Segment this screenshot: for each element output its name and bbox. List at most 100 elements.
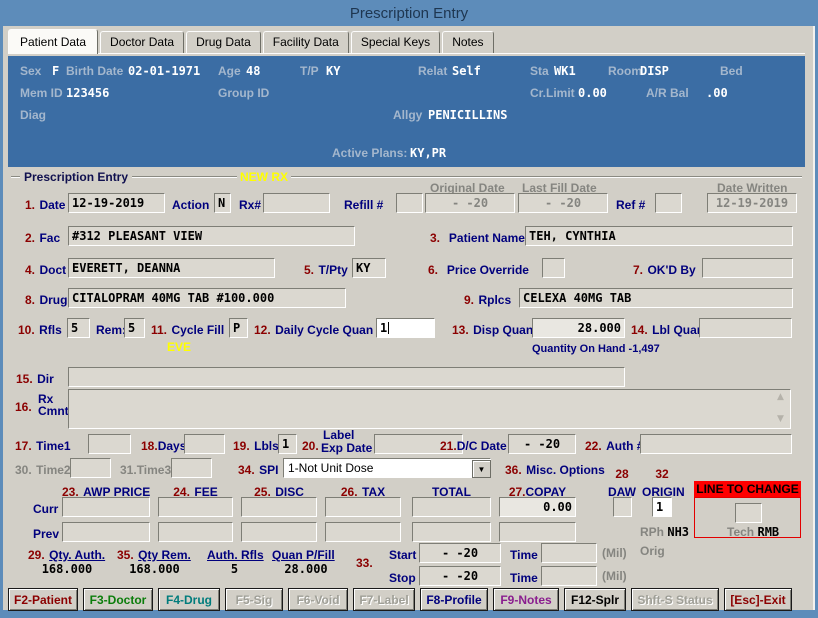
f4-drug-button[interactable]: F4-Drug [158, 588, 220, 611]
refills-label: 10. Rfls [18, 323, 62, 337]
f7-label-button: F7-Label [353, 588, 415, 611]
refills-field[interactable]: 5 [67, 318, 90, 338]
date-field[interactable]: 12-19-2019 [68, 193, 165, 213]
price-override-field[interactable] [542, 258, 565, 278]
directions-field[interactable] [68, 367, 625, 387]
stop-date-field[interactable]: - -20 [419, 566, 501, 586]
misc-options-label: 36. Misc. Options [505, 463, 605, 477]
groupbox-title: Prescription Entry [20, 170, 133, 184]
tab-drug-data[interactable]: Drug Data [186, 31, 261, 53]
mem-id-value: 123456 [66, 86, 110, 100]
sex-label: Sex [20, 64, 42, 78]
age-label: Age [218, 64, 241, 78]
auth-number-label: 22. Auth # [585, 439, 644, 453]
tab-separator [8, 53, 805, 54]
active-plans-label: Active Plans: [332, 146, 408, 160]
daily-cycle-quan-label: 12. Daily Cycle Quan [254, 323, 374, 337]
curr-awp-field[interactable] [62, 497, 150, 517]
diag-label: Diag [20, 108, 47, 122]
tab-special-keys[interactable]: Special Keys [350, 31, 441, 53]
rx-comments-number: 16. [15, 400, 32, 414]
orig-label: Orig [640, 544, 665, 558]
esc-exit-button[interactable]: [Esc]-Exit [724, 588, 792, 611]
allergy-label: Allgy [393, 108, 423, 122]
f8-profile-button[interactable]: F8-Profile [420, 588, 488, 611]
tab-patient-data[interactable]: Patient Data [8, 29, 99, 54]
okd-by-label: 7. OK'D By [633, 263, 696, 277]
facility-field[interactable]: #312 PLEASANT VIEW [68, 226, 355, 246]
date-written-field: 12-19-2019 [707, 193, 797, 213]
qty-rem-value: 168.000 [129, 562, 180, 576]
scroll-up-icon[interactable]: ▲ [777, 392, 784, 402]
scroll-down-icon[interactable]: ▼ [777, 414, 784, 424]
rx-comments-textarea[interactable] [68, 389, 791, 429]
dropdown-arrow-icon[interactable]: ▼ [472, 460, 491, 478]
sex-value: F [52, 64, 60, 78]
stop-time-field[interactable] [541, 566, 597, 586]
room-label: Room [608, 64, 642, 78]
lbl-quan-label: 14. Lbl Quan [631, 323, 705, 337]
okd-by-field[interactable] [702, 258, 793, 278]
daily-cycle-quan-field[interactable]: 1 [376, 318, 435, 338]
quan-pfill-value: 28.000 [284, 562, 328, 576]
doctor-field[interactable]: EVERETT, DEANNA [68, 258, 275, 278]
curr-fee-field[interactable] [158, 497, 233, 517]
f2-patient-button[interactable]: F2-Patient [8, 588, 78, 611]
time2-label: 30. Time2 [15, 463, 71, 477]
line-to-change-field[interactable] [735, 503, 762, 523]
last-fill-date-field: - -20 [518, 193, 608, 213]
rx-number-label: Rx# [239, 198, 262, 212]
days-field[interactable] [184, 434, 225, 454]
time1-label: 17. Time1 [15, 439, 71, 453]
replaces-field[interactable]: CELEXA 40MG TAB [519, 288, 793, 308]
lbl-quan-field[interactable] [699, 318, 792, 338]
remaining-field[interactable]: 5 [124, 318, 145, 338]
tpty-field[interactable]: KY [352, 258, 386, 278]
start-date-field[interactable]: - -20 [419, 543, 501, 563]
curr-total-field[interactable] [412, 497, 491, 517]
facility-label: 2. Fac [25, 231, 61, 245]
drug-field[interactable]: CITALOPRAM 40MG TAB #100.000 [68, 288, 346, 308]
action-field[interactable]: N [214, 193, 231, 213]
origin-number: 32 [655, 467, 669, 481]
allergy-value: PENICILLINS [428, 108, 508, 122]
tab-doctor-data[interactable]: Doctor Data [100, 31, 185, 53]
origin-field[interactable]: 1 [652, 497, 672, 517]
labels-count-field[interactable]: 1 [278, 434, 297, 454]
prev-label: Prev [33, 527, 60, 541]
start-time-field[interactable] [541, 543, 597, 563]
tp-label: T/P [300, 64, 319, 78]
patient-name-field[interactable]: TEH, CYNTHIA [525, 226, 793, 246]
f3-doctor-button[interactable]: F3-Doctor [83, 588, 153, 611]
curr-tax-field[interactable] [325, 497, 401, 517]
spi-select[interactable]: 1-Not Unit Dose [283, 458, 491, 478]
daw-field[interactable] [613, 497, 632, 517]
label-exp-date-line2: Exp Date [321, 441, 373, 455]
f9-notes-button[interactable]: F9-Notes [493, 588, 559, 611]
tab-bar: Patient Data Doctor Data Drug Data Facil… [8, 29, 496, 54]
time1-field[interactable] [88, 434, 131, 454]
ar-bal-value: .00 [706, 86, 728, 100]
start-mil-label: (Mil) [602, 546, 627, 560]
disp-quan-field[interactable]: 28.000 [532, 318, 625, 338]
sta-label: Sta [530, 64, 549, 78]
curr-copay-field[interactable]: 0.00 [499, 497, 576, 517]
refill-field[interactable] [396, 193, 423, 213]
qty-auth-value: 168.000 [41, 562, 93, 576]
spi-label: 34. SPI [238, 463, 279, 477]
shft-s-status-button: Shft-S Status [631, 588, 719, 611]
cycle-fill-note: EVE [167, 340, 192, 354]
new-rx-status: NEW RX [237, 170, 291, 184]
tab-facility-data[interactable]: Facility Data [262, 31, 349, 53]
rx-number-field[interactable] [263, 193, 330, 213]
ref-number-field[interactable] [655, 193, 682, 213]
date-label: 1. Date [25, 198, 66, 212]
f12-splr-button[interactable]: F12-Splr [564, 588, 626, 611]
tab-notes[interactable]: Notes [442, 31, 494, 53]
dc-date-field[interactable]: - -20 [508, 434, 576, 454]
cycle-fill-field[interactable]: P [229, 318, 248, 338]
curr-disc-field[interactable] [241, 497, 317, 517]
auth-number-field[interactable] [640, 434, 792, 454]
f5-sig-button: F5-Sig [225, 588, 283, 611]
action-label: Action [172, 198, 210, 212]
